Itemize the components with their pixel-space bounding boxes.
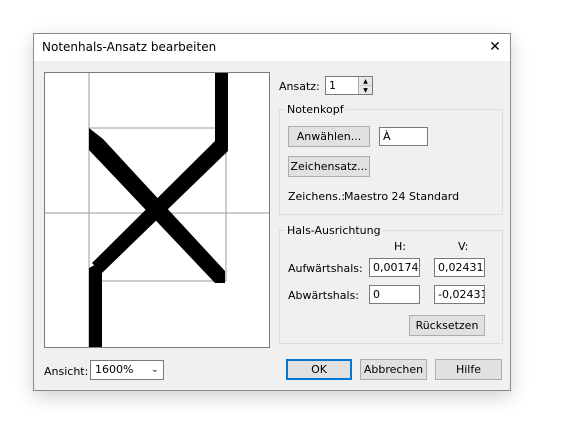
font-label: Zeichens.: (288, 190, 346, 203)
edit-stem-connection-dialog: Notenhals-Ansatz bearbeiten ✕ Ansatz: 1 … (33, 33, 511, 391)
ansatz-label: Ansatz: (279, 80, 320, 93)
reset-button[interactable]: Rücksetzen (409, 315, 485, 336)
close-icon[interactable]: ✕ (484, 36, 506, 58)
chevron-down-icon[interactable]: ⌄ (151, 361, 159, 379)
select-notehead-button[interactable]: Anwählen... (288, 126, 370, 147)
font-button[interactable]: Zeichensatz... (288, 156, 370, 177)
h-column-header: H: (394, 240, 406, 253)
ansatz-spin-buttons[interactable]: ▲ ▼ (358, 77, 372, 94)
title-bar: Notenhals-Ansatz bearbeiten ✕ (34, 34, 510, 61)
dialog-title: Notenhals-Ansatz bearbeiten (42, 40, 217, 54)
notehead-char-field[interactable]: À (379, 127, 428, 146)
view-label: Ansicht: (44, 365, 89, 378)
downstem-v-field[interactable]: -0,02431 (434, 285, 485, 304)
zoom-select[interactable]: 1600% ⌄ (90, 360, 164, 380)
preview-canvas (45, 73, 269, 347)
preview-down-stem (89, 273, 102, 347)
preview-up-stem (215, 73, 228, 143)
font-name: Maestro 24 Standard (344, 190, 460, 203)
upstem-label: Aufwärtshals: (288, 262, 363, 275)
ok-button[interactable]: OK (286, 359, 352, 380)
downstem-label: Abwärtshals: (288, 289, 360, 302)
stem-alignment-group-label: Hals-Ausrichtung (285, 224, 383, 237)
help-button[interactable]: Hilfe (435, 359, 502, 380)
downstem-h-field[interactable]: 0 (369, 285, 420, 304)
spin-up-icon[interactable]: ▲ (359, 77, 372, 86)
upstem-v-field[interactable]: 0,02431 (434, 258, 485, 277)
notehead-group-label: Notenkopf (285, 103, 346, 116)
ansatz-spinner[interactable]: 1 ▲ ▼ (325, 76, 373, 95)
ansatz-value: 1 (329, 79, 336, 92)
spin-down-icon[interactable]: ▼ (359, 86, 372, 94)
cancel-button[interactable]: Abbrechen (360, 359, 427, 380)
notehead-preview[interactable] (44, 72, 270, 348)
zoom-value: 1600% (95, 363, 134, 376)
upstem-h-field[interactable]: 0,00174 (369, 258, 420, 277)
v-column-header: V: (458, 240, 469, 253)
